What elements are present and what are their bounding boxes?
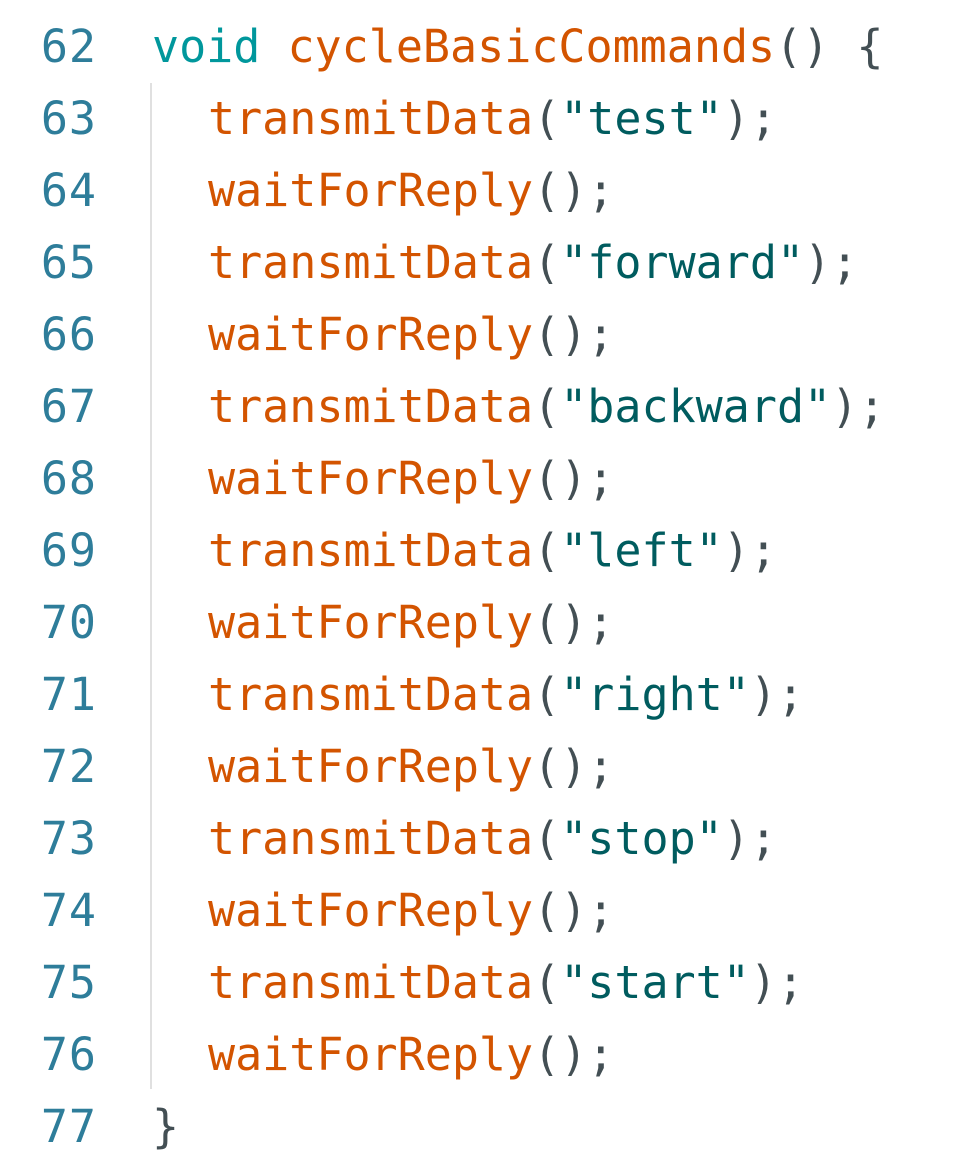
code-line[interactable]: waitForReply(); bbox=[152, 443, 960, 515]
function-token: waitForReply bbox=[208, 596, 534, 649]
function-token: transmitData bbox=[208, 956, 534, 1009]
function-token: transmitData bbox=[208, 668, 534, 721]
line-number: 72 bbox=[40, 740, 97, 793]
code-area[interactable]: void cycleBasicCommands() {transmitData(… bbox=[152, 11, 960, 1163]
line-number: 71 bbox=[40, 668, 97, 721]
line-number: 75 bbox=[40, 956, 97, 1009]
line-number: 77 bbox=[40, 1100, 97, 1153]
string-token: "forward" bbox=[560, 236, 805, 289]
string-token: "test" bbox=[560, 92, 723, 145]
code-editor[interactable]: 62 63 64 65 66 67 68 69 70 71 72 73 74 75 76 77 void cy… bbox=[0, 0, 960, 1168]
line-number: 68 bbox=[40, 452, 97, 505]
line-number: 76 bbox=[40, 1028, 97, 1081]
punctuation-token: (); bbox=[533, 308, 615, 361]
line-number: 67 bbox=[40, 380, 97, 433]
function-token: waitForReply bbox=[208, 164, 534, 217]
string-token: "stop" bbox=[560, 812, 723, 865]
function-token: transmitData bbox=[208, 92, 534, 145]
code-line[interactable]: waitForReply(); bbox=[152, 299, 960, 371]
function-token: transmitData bbox=[208, 524, 534, 577]
punctuation-token: ( bbox=[533, 956, 561, 1009]
line-number-gutter: 62 63 64 65 66 67 68 69 70 71 72 73 74 75 76 77 bbox=[0, 11, 120, 1163]
string-token: "start" bbox=[560, 956, 750, 1009]
punctuation-token: ); bbox=[749, 956, 805, 1009]
punctuation-token: (); bbox=[533, 164, 615, 217]
punctuation-token: (); bbox=[533, 740, 615, 793]
punctuation-token: ); bbox=[722, 812, 777, 865]
code-line[interactable]: transmitData("stop"); bbox=[152, 803, 960, 875]
function-token: waitForReply bbox=[208, 452, 534, 505]
line-number: 62 bbox=[40, 20, 97, 73]
function-token: transmitData bbox=[208, 380, 534, 433]
string-token: "right" bbox=[560, 668, 750, 721]
punctuation-token: ); bbox=[831, 380, 886, 433]
code-line[interactable]: transmitData("right"); bbox=[152, 659, 960, 731]
function-token: cycleBasicCommands bbox=[287, 20, 776, 73]
punctuation-token: ( bbox=[533, 236, 561, 289]
code-line[interactable]: waitForReply(); bbox=[152, 155, 960, 227]
punctuation-token: (); bbox=[533, 596, 615, 649]
code-line[interactable]: transmitData("start"); bbox=[152, 947, 960, 1019]
line-number: 65 bbox=[40, 236, 97, 289]
code-line[interactable]: waitForReply(); bbox=[152, 731, 960, 803]
line-number: 73 bbox=[40, 812, 97, 865]
code-line[interactable]: } bbox=[152, 1091, 960, 1163]
punctuation-token: ); bbox=[722, 92, 777, 145]
punctuation-token: ( bbox=[533, 380, 561, 433]
punctuation-token: ( bbox=[533, 812, 561, 865]
code-line[interactable]: void cycleBasicCommands() { bbox=[152, 11, 960, 83]
function-token: transmitData bbox=[208, 236, 534, 289]
punctuation-token: ( bbox=[533, 524, 561, 577]
code-line[interactable]: transmitData("forward"); bbox=[152, 227, 960, 299]
line-number: 66 bbox=[40, 308, 97, 361]
punctuation-token: (); bbox=[533, 452, 615, 505]
punctuation-token: ); bbox=[804, 236, 859, 289]
function-token: waitForReply bbox=[208, 740, 534, 793]
punctuation-token bbox=[260, 20, 287, 73]
punctuation-token: ); bbox=[749, 668, 805, 721]
string-token: "left" bbox=[560, 524, 723, 577]
punctuation-token: (); bbox=[533, 884, 615, 937]
code-line[interactable]: waitForReply(); bbox=[152, 1019, 960, 1091]
function-token: waitForReply bbox=[208, 1028, 534, 1081]
line-number: 69 bbox=[40, 524, 97, 577]
line-number: 64 bbox=[40, 164, 97, 217]
code-line[interactable]: transmitData("left"); bbox=[152, 515, 960, 587]
punctuation-token: (); bbox=[533, 1028, 615, 1081]
function-token: waitForReply bbox=[208, 308, 534, 361]
punctuation-token: ); bbox=[722, 524, 777, 577]
function-token: transmitData bbox=[208, 812, 534, 865]
punctuation-token: ( bbox=[533, 668, 561, 721]
string-token: "backward" bbox=[560, 380, 832, 433]
keyword-token: void bbox=[152, 20, 261, 73]
code-line[interactable]: transmitData("backward"); bbox=[152, 371, 960, 443]
punctuation-token: () { bbox=[775, 20, 884, 73]
line-number: 70 bbox=[40, 596, 97, 649]
punctuation-token: ( bbox=[533, 92, 561, 145]
punctuation-token: } bbox=[152, 1100, 180, 1153]
line-number: 63 bbox=[40, 92, 97, 145]
code-line[interactable]: waitForReply(); bbox=[152, 587, 960, 659]
function-token: waitForReply bbox=[208, 884, 534, 937]
code-line[interactable]: waitForReply(); bbox=[152, 875, 960, 947]
line-number: 74 bbox=[40, 884, 97, 937]
code-line[interactable]: transmitData("test"); bbox=[152, 83, 960, 155]
